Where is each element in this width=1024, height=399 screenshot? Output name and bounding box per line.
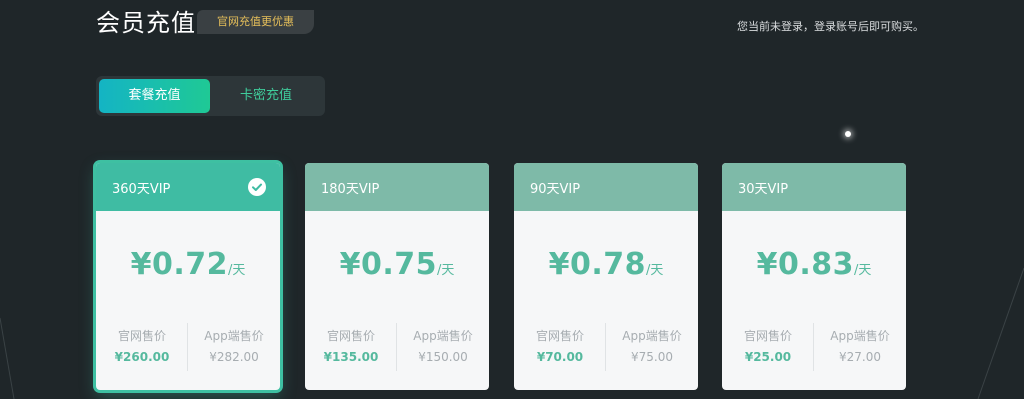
price-comparison: 官网售价 ¥25.00 App端售价 ¥27.00 xyxy=(722,321,906,371)
tab-card-code-recharge[interactable]: 卡密充值 xyxy=(210,79,322,113)
official-price-column: 官网售价 ¥70.00 xyxy=(514,321,606,364)
app-price-column: App端售价 ¥27.00 xyxy=(814,321,906,364)
price-unit: /天 xyxy=(228,263,246,278)
price-per-day: ¥0.78 xyxy=(548,247,646,282)
official-price: ¥135.00 xyxy=(323,350,379,364)
official-price-label: 官网售价 xyxy=(535,329,584,343)
plan-card-header: 180天VIP xyxy=(305,163,489,211)
plan-card-header: 90天VIP xyxy=(514,163,698,211)
app-price-column: App端售价 ¥282.00 xyxy=(188,321,280,364)
plan-card-header: 30天VIP xyxy=(722,163,906,211)
app-price-label: App端售价 xyxy=(204,329,264,343)
price-per-day: ¥0.75 xyxy=(339,247,437,282)
plan-card-90[interactable]: 90天VIP ¥0.78/天 官网售价 ¥70.00 App端售价 ¥75.00 xyxy=(514,163,698,390)
app-price: ¥150.00 xyxy=(418,350,468,364)
price-comparison: 官网售价 ¥260.00 App端售价 ¥282.00 xyxy=(96,321,280,371)
official-price-column: 官网售价 ¥260.00 xyxy=(96,321,188,364)
login-hint: 您当前未登录，登录账号后即可购买。 xyxy=(737,20,924,33)
tab-package-recharge[interactable]: 套餐充值 xyxy=(99,79,210,113)
recharge-tabs: 套餐充值 卡密充值 xyxy=(96,76,325,116)
app-price-label: App端售价 xyxy=(413,329,473,343)
price-unit: /天 xyxy=(437,263,455,278)
official-price-column: 官网售价 ¥25.00 xyxy=(722,321,814,364)
app-price: ¥282.00 xyxy=(209,350,259,364)
plan-card-30[interactable]: 30天VIP ¥0.83/天 官网售价 ¥25.00 App端售价 ¥27.00 xyxy=(722,163,906,390)
plan-price: ¥0.75/天 xyxy=(305,247,489,282)
price-comparison: 官网售价 ¥70.00 App端售价 ¥75.00 xyxy=(514,321,698,371)
official-price-label: 官网售价 xyxy=(743,329,792,343)
app-price-column: App端售价 ¥150.00 xyxy=(397,321,489,364)
app-price-label: App端售价 xyxy=(622,329,682,343)
price-per-day: ¥0.72 xyxy=(130,247,228,282)
check-circle-icon xyxy=(248,178,266,196)
app-price: ¥27.00 xyxy=(839,350,881,364)
plan-name: 180天VIP xyxy=(321,182,380,197)
plan-card-360[interactable]: 360天VIP ¥0.72/天 官网售价 ¥260.00 App端售价 ¥282… xyxy=(96,163,280,390)
plan-name: 360天VIP xyxy=(112,182,171,197)
app-price-label: App端售价 xyxy=(830,329,890,343)
official-price: ¥260.00 xyxy=(114,350,170,364)
page-title: 会员充值 xyxy=(96,9,196,37)
official-price-label: 官网售价 xyxy=(326,329,375,343)
price-unit: /天 xyxy=(854,263,872,278)
price-comparison: 官网售价 ¥135.00 App端售价 ¥150.00 xyxy=(305,321,489,371)
app-price: ¥75.00 xyxy=(631,350,673,364)
plan-name: 90天VIP xyxy=(530,182,581,197)
promo-badge: 官网充值更优惠 xyxy=(197,10,314,34)
price-per-day: ¥0.83 xyxy=(756,247,854,282)
app-price-column: App端售价 ¥75.00 xyxy=(606,321,698,364)
official-price-column: 官网售价 ¥135.00 xyxy=(305,321,397,364)
price-unit: /天 xyxy=(646,263,664,278)
plan-price: ¥0.78/天 xyxy=(514,247,698,282)
plan-price: ¥0.72/天 xyxy=(96,247,280,282)
sparkle-star xyxy=(845,131,851,137)
plan-price: ¥0.83/天 xyxy=(722,247,906,282)
official-price: ¥25.00 xyxy=(744,350,792,364)
official-price: ¥70.00 xyxy=(536,350,584,364)
plan-card-180[interactable]: 180天VIP ¥0.75/天 官网售价 ¥135.00 App端售价 ¥150… xyxy=(305,163,489,390)
plan-card-header: 360天VIP xyxy=(96,163,280,211)
official-price-label: 官网售价 xyxy=(117,329,166,343)
plan-name: 30天VIP xyxy=(738,182,789,197)
